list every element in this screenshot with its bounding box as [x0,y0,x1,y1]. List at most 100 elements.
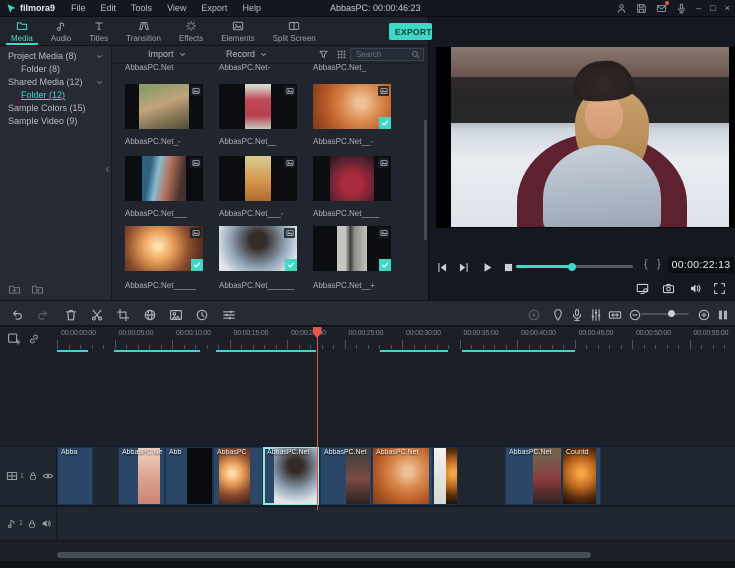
adjust-button[interactable] [222,306,236,324]
media-item-label: AbbasPC.Net_ [313,63,405,72]
sidebar-item-shared-media-12[interactable]: Shared Media (12) [0,76,111,89]
image-type-badge [378,158,389,168]
sidebar-item-folder-12[interactable]: Folder (12) [0,89,111,102]
mic-icon[interactable] [676,3,687,14]
zoom-in-button[interactable] [697,306,711,324]
seek-bar[interactable] [516,265,633,268]
tab-split-screen[interactable]: Split Screen [264,17,325,45]
menu-item-edit[interactable]: Edit [101,3,117,13]
menu-item-file[interactable]: File [71,3,86,13]
tab-media[interactable]: Media [2,17,42,45]
next-frame-button[interactable] [457,259,470,277]
minimize-button[interactable]: – [696,3,701,14]
marker-button[interactable] [551,306,565,324]
delete-button[interactable] [64,306,78,324]
timeline-clip[interactable]: AbbasPC.Net [320,447,372,505]
tab-titles[interactable]: Titles [80,17,117,45]
timeline-zoom-slider[interactable] [641,313,689,315]
media-item[interactable] [219,226,297,271]
media-item[interactable] [125,226,203,271]
audio-mixer-icon [589,308,603,322]
timeline-clip[interactable] [433,447,458,505]
media-thumbnail [245,84,271,129]
timeline-clip[interactable]: AbbasPC.Net [118,447,165,505]
speed-button[interactable] [195,306,209,324]
timeline-scrollbar [0,551,735,559]
media-item[interactable] [125,156,203,201]
menu-item-tools[interactable]: Tools [131,3,152,13]
lock-icon[interactable] [27,519,37,529]
volume-button[interactable] [689,280,702,298]
sidebar-item-folder-8[interactable]: Folder (8) [0,63,111,76]
delete-folder-icon[interactable] [31,283,44,296]
playhead-line[interactable] [317,330,318,510]
stop-button[interactable] [502,259,515,277]
media-item[interactable] [125,84,203,129]
crop-button[interactable] [116,306,130,324]
media-item[interactable] [313,226,391,271]
timeline-zoom-handle[interactable] [668,310,675,317]
mail-icon[interactable] [656,3,667,14]
seek-handle[interactable] [568,263,576,271]
timeline-clip[interactable]: AbbasPC.Net [372,447,433,505]
media-item[interactable] [219,84,297,129]
green-screen-button[interactable] [169,306,183,324]
close-button[interactable]: × [725,3,730,14]
eye-icon[interactable] [42,470,54,482]
media-item[interactable] [219,156,297,201]
save-icon[interactable] [636,3,647,14]
timeline-clip[interactable]: AbbasPC.Net [505,447,562,505]
timeline-clip[interactable]: AbbasPC.Net [263,447,319,505]
timeline-clip[interactable]: Abba [57,447,93,505]
snapshot-button[interactable] [662,280,675,298]
timeline-clip[interactable]: AbbasPC [213,447,263,505]
split-scissors-button[interactable] [90,306,104,324]
mark-out-icon[interactable]: } [657,258,661,270]
add-folder-icon[interactable] [8,283,21,296]
timeline-clip[interactable]: Abb [165,447,213,505]
undo-button[interactable] [10,306,24,324]
sidebar-item-sample-video-9[interactable]: Sample Video (9) [0,115,111,128]
color-button[interactable] [143,306,157,324]
user-icon[interactable] [616,3,627,14]
render-preview-button[interactable] [527,306,541,324]
previous-frame-button[interactable] [436,259,449,277]
fullscreen-button[interactable] [713,280,726,298]
audio-mixer-button[interactable] [589,306,603,324]
collapse-panel-icon[interactable] [103,165,112,174]
media-item[interactable] [313,84,391,129]
chevron-down-icon[interactable] [95,52,104,61]
mark-in-icon[interactable]: { [644,258,648,270]
voiceover-mic-icon [570,308,584,322]
sidebar-item-sample-colors-15[interactable]: Sample Colors (15) [0,102,111,115]
track-size-button[interactable] [716,306,730,324]
timeline-scrollbar-thumb[interactable] [57,552,591,558]
track-size-icon [716,308,730,322]
zoom-out-button[interactable] [628,306,642,324]
lock-icon[interactable] [28,471,38,481]
export-button[interactable]: EXPORT [389,23,432,40]
tab-elements[interactable]: Elements [212,17,263,45]
display-settings-button[interactable] [636,280,649,298]
fit-timeline-button[interactable] [608,306,622,324]
maximize-button[interactable]: □ [710,3,715,14]
media-item[interactable] [313,156,391,201]
media-scrollbar[interactable] [424,120,427,240]
timeline-clip[interactable]: Countd [562,447,601,505]
tab-audio[interactable]: Audio [42,17,80,45]
play-button[interactable] [481,259,494,277]
voiceover-mic-button[interactable] [570,306,584,324]
image-icon [380,159,388,167]
chevron-down-icon[interactable] [95,78,104,87]
green-screen-icon [169,308,183,322]
speaker-icon[interactable] [41,518,52,529]
tab-transition[interactable]: Transition [117,17,170,45]
menu-item-view[interactable]: View [167,3,186,13]
sidebar-item-project-media-8[interactable]: Project Media (8) [0,50,111,63]
redo-button[interactable] [36,306,50,324]
menu-item-help[interactable]: Help [242,3,261,13]
menu-item-export[interactable]: Export [201,3,227,13]
selected-check-badge [379,259,391,271]
tab-effects[interactable]: Effects [170,17,212,45]
clip-thumbnail [373,448,429,504]
